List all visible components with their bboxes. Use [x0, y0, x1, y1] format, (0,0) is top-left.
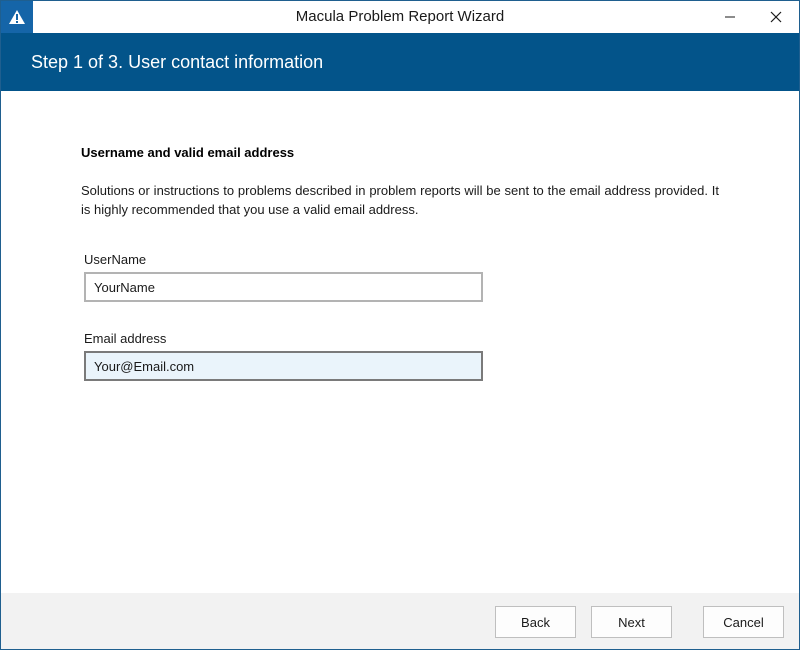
title-bar: Macula Problem Report Wizard: [1, 1, 799, 33]
close-icon: [770, 11, 782, 23]
username-label: UserName: [84, 252, 147, 267]
close-button[interactable]: [753, 1, 799, 33]
step-header: Step 1 of 3. User contact information: [1, 33, 799, 91]
email-label: Email address: [84, 331, 167, 346]
cancel-button[interactable]: Cancel: [703, 606, 784, 638]
wizard-window: Macula Problem Report Wizard Step 1 of 3…: [0, 0, 800, 650]
description-text: Solutions or instructions to problems de…: [81, 183, 719, 217]
window-title: Macula Problem Report Wizard: [295, 8, 505, 25]
minimize-icon: [725, 16, 735, 18]
section-heading: Username and valid email address: [81, 145, 295, 160]
button-bar: Back Next Cancel: [1, 593, 799, 649]
step-title: Step 1 of 3. User contact information: [31, 52, 324, 72]
minimize-button[interactable]: [707, 1, 753, 33]
username-input[interactable]: [84, 272, 483, 302]
email-input[interactable]: [84, 351, 483, 381]
back-button[interactable]: Back: [495, 606, 576, 638]
next-button[interactable]: Next: [591, 606, 672, 638]
wizard-content: Username and valid email address Solutio…: [1, 91, 799, 593]
